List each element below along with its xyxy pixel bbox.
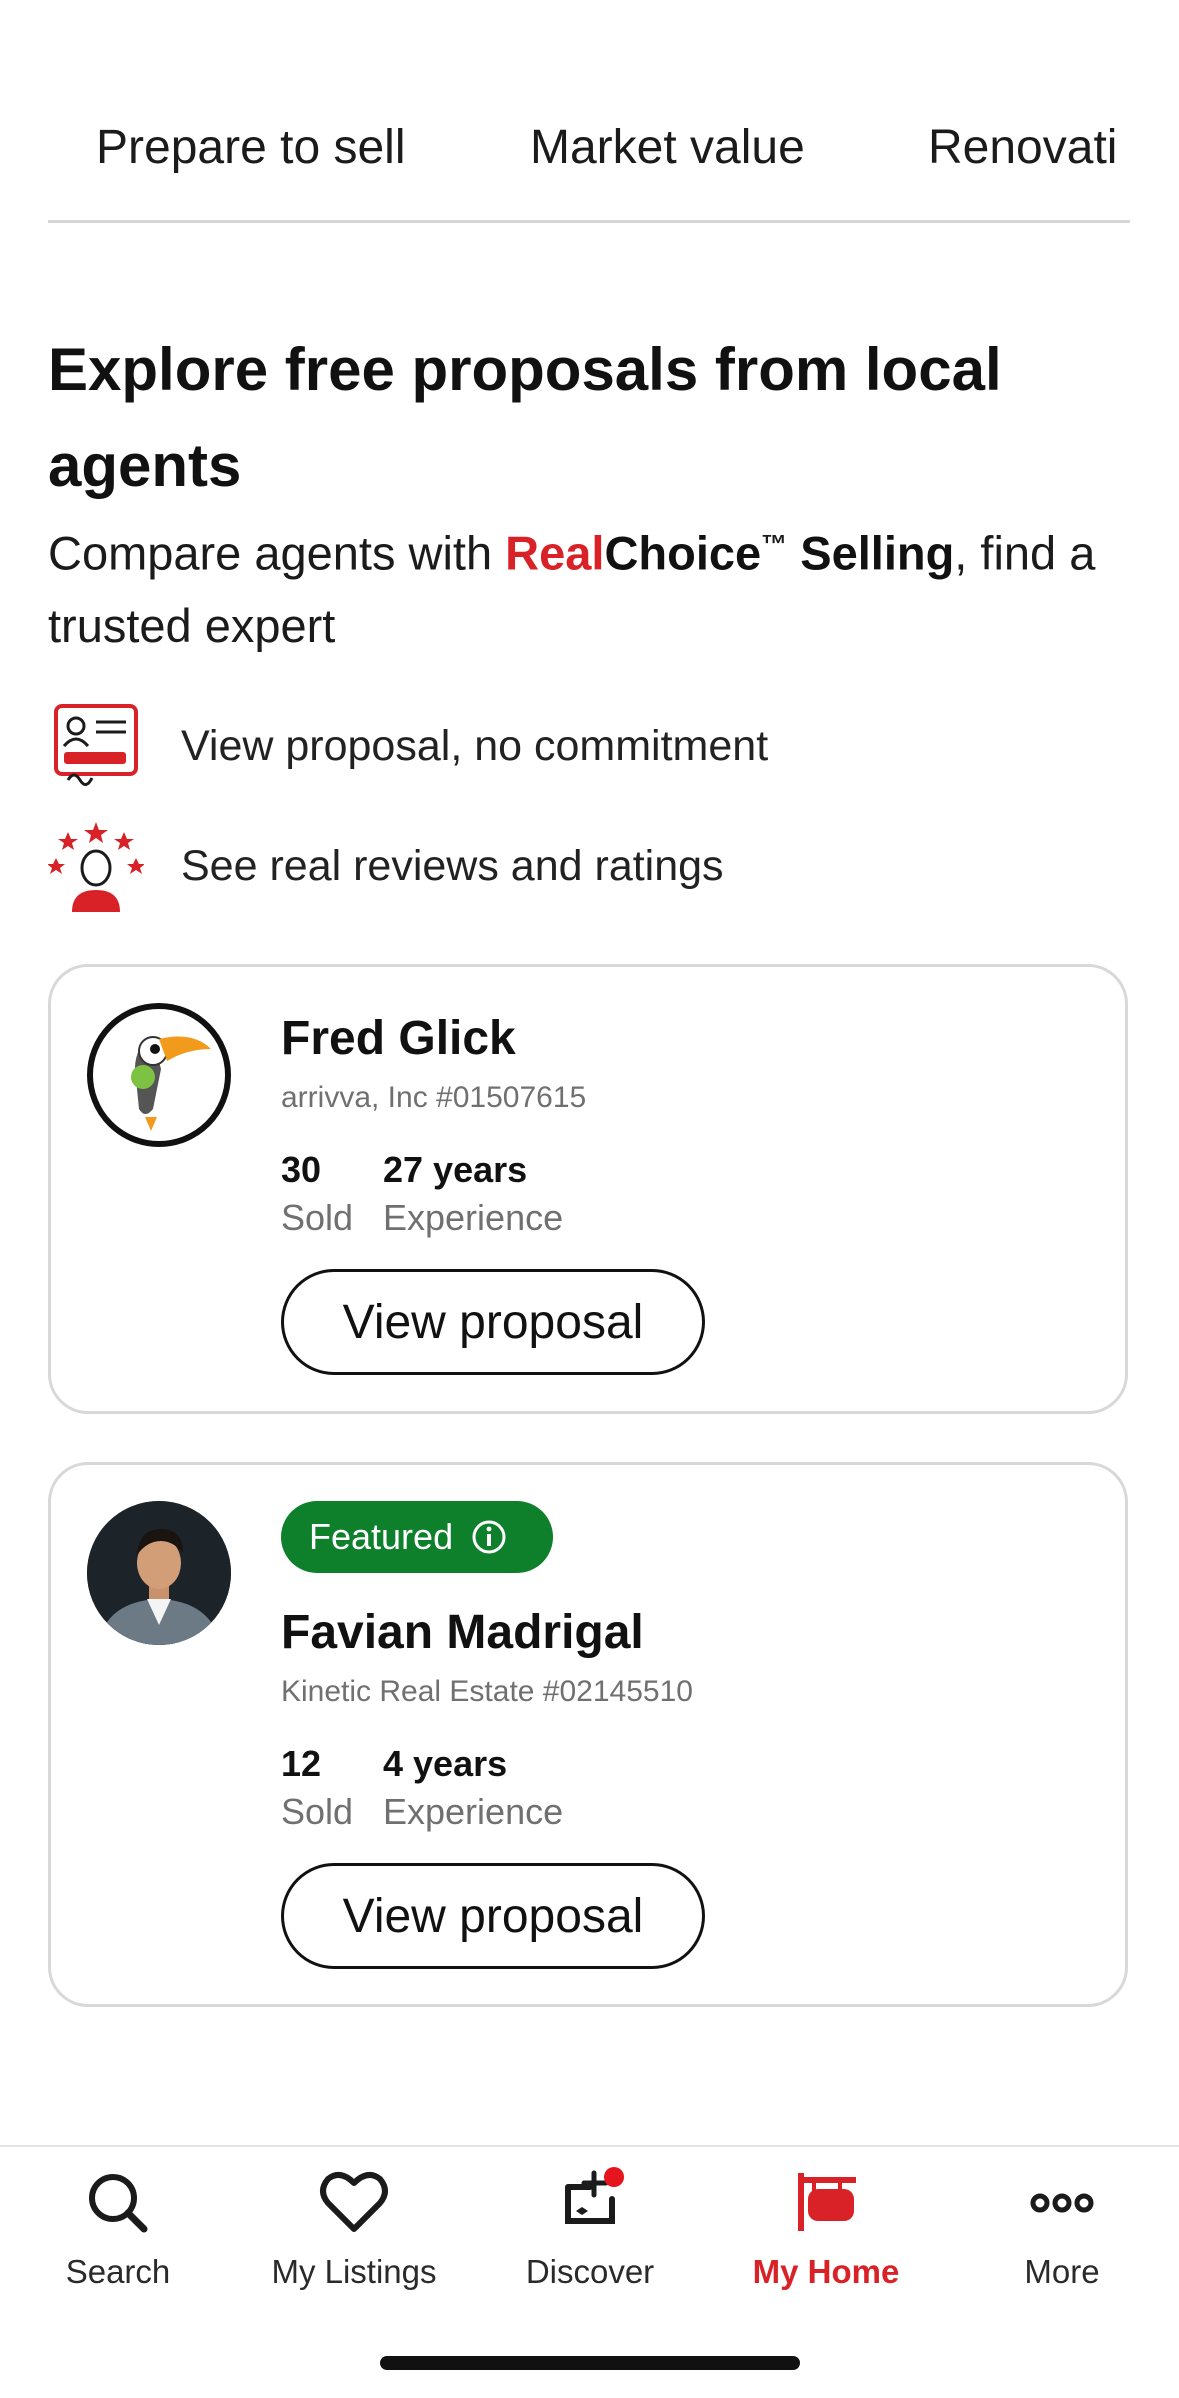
avatar: [87, 1003, 231, 1147]
agent-name[interactable]: Fred Glick: [281, 1011, 516, 1066]
nav-label: Search: [65, 2253, 171, 2290]
featured-label: Featured: [309, 1516, 454, 1557]
nav-discover[interactable]: Discover: [472, 2167, 708, 2317]
trademark-symbol: ™: [761, 529, 788, 559]
notification-dot: [604, 2167, 624, 2187]
nav-label: More: [1024, 2253, 1100, 2290]
hero-subtitle: Compare agents with RealChoice™ Selling,…: [48, 508, 1128, 662]
page-title: Explore free proposals from local agents: [48, 336, 1002, 499]
nav-my-home[interactable]: My Home: [708, 2167, 944, 2317]
tab-market-value[interactable]: Market value: [530, 120, 805, 175]
more-dots-icon: [1030, 2193, 1094, 2213]
sold-count: 12: [281, 1743, 322, 1784]
avatar: [87, 1501, 231, 1645]
view-proposal-button[interactable]: View proposal: [281, 1269, 705, 1375]
home-indicator[interactable]: [380, 2356, 800, 2370]
nav-search[interactable]: Search: [0, 2167, 236, 2317]
experience-value: 4 years: [383, 1743, 508, 1784]
tab-prepare-to-sell[interactable]: Prepare to sell: [96, 120, 406, 175]
agent-brokerage: Kinetic Real Estate #02145510: [281, 1675, 693, 1708]
experience-label: Experience: [383, 1197, 564, 1238]
nav-more[interactable]: More: [944, 2167, 1179, 2317]
nav-label: My Listings: [271, 2253, 437, 2290]
feature-text: View proposal, no commitment: [181, 722, 769, 770]
sold-count: 30: [281, 1149, 322, 1190]
experience-label: Experience: [383, 1791, 564, 1832]
nav-my-listings[interactable]: My Listings: [236, 2167, 472, 2317]
sold-label: Sold: [281, 1197, 354, 1238]
featured-badge[interactable]: Featured: [281, 1501, 553, 1573]
subtitle-prefix: Compare agents with: [48, 526, 506, 580]
sold-label: Sold: [281, 1791, 354, 1832]
agent-photo-icon: [87, 1501, 231, 1645]
agent-card[interactable]: Fred Glick arrivva, Inc #01507615 30 Sol…: [48, 964, 1128, 1414]
nav-label: Discover: [525, 2253, 655, 2290]
heart-icon: [320, 2171, 388, 2232]
experience-value: 27 years: [383, 1149, 528, 1190]
brand-real: Real: [505, 526, 605, 580]
tab-renovation[interactable]: Renovati: [928, 120, 1117, 175]
nav-label: My Home: [752, 2253, 900, 2290]
tab-bar: Prepare to sell Market value Renovati: [48, 100, 1130, 223]
feature-text: See real reviews and ratings: [181, 842, 724, 890]
feature-view-proposal: View proposal, no commitment: [48, 700, 1128, 800]
proposal-document-icon: [54, 704, 138, 786]
agent-name[interactable]: Favian Madrigal: [281, 1605, 644, 1660]
brand-selling: Selling: [787, 526, 955, 580]
info-icon[interactable]: [471, 1519, 507, 1555]
discover-icon: [565, 2167, 624, 2224]
home-sign-icon: [798, 2173, 856, 2231]
agent-card[interactable]: Featured Favian Madrigal Kinetic Real Es…: [48, 1462, 1128, 2007]
star-reviewer-icon: [48, 822, 144, 912]
toucan-logo-icon: [131, 1036, 211, 1131]
view-proposal-button[interactable]: View proposal: [281, 1863, 705, 1969]
agent-brokerage: arrivva, Inc #01507615: [281, 1081, 587, 1114]
search-icon: [89, 2174, 148, 2233]
feature-reviews: See real reviews and ratings: [48, 820, 1128, 920]
brand-choice: Choice: [604, 526, 762, 580]
